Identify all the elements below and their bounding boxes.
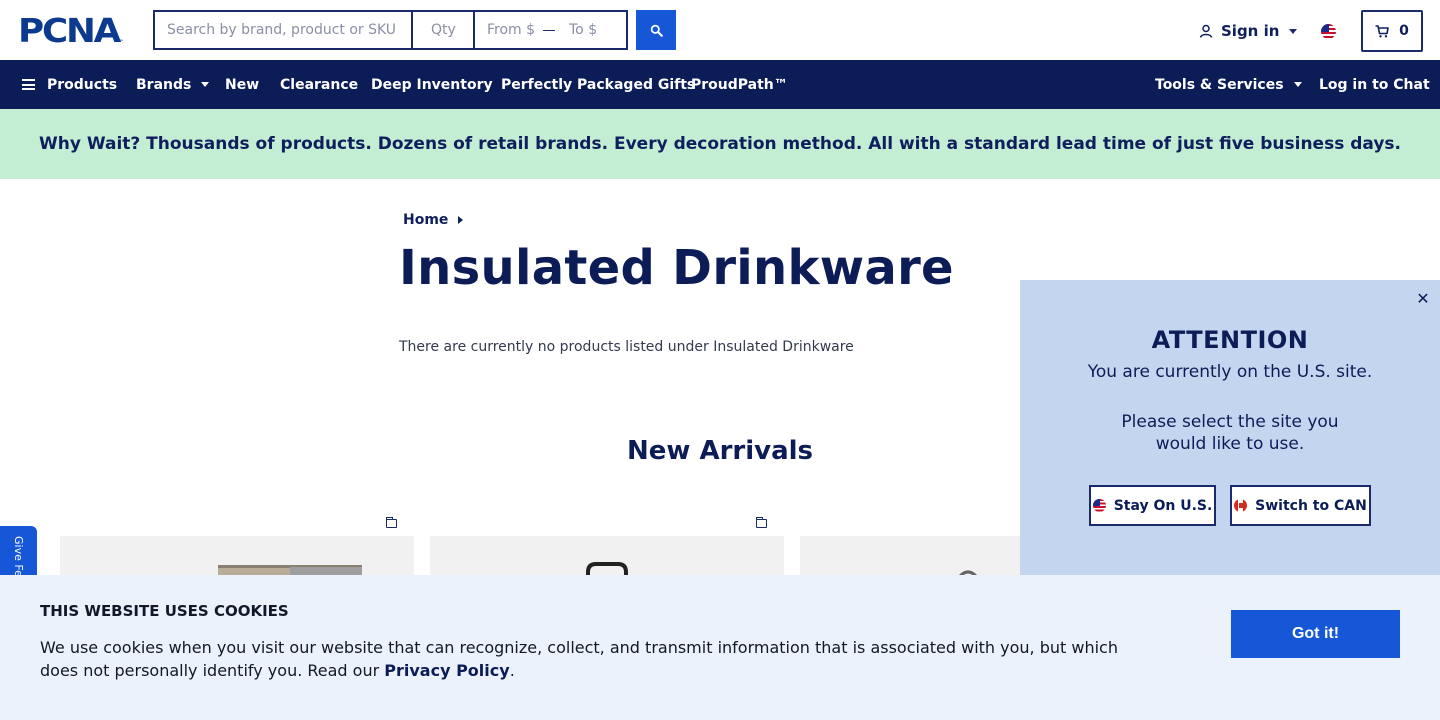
nav-deep-inventory-label: Deep Inventory xyxy=(371,76,493,93)
nav-deep-inventory[interactable]: Deep Inventory xyxy=(371,60,493,109)
nav-chat-label: Log in to Chat xyxy=(1319,76,1430,93)
price-range xyxy=(473,10,628,50)
page-title: Insulated Drinkware xyxy=(399,240,954,296)
logo-text: PCNA xyxy=(18,11,121,50)
nav-gifts[interactable]: Perfectly Packaged Gifts xyxy=(501,60,695,109)
product-image xyxy=(218,565,362,576)
quantity-input[interactable] xyxy=(411,10,473,50)
nav-new[interactable]: New xyxy=(225,60,259,109)
switch-can-label: Switch to CAN xyxy=(1255,497,1367,514)
breadcrumb-home[interactable]: Home xyxy=(403,212,448,228)
cookie-banner-text: We use cookies when you visit our websit… xyxy=(40,636,1150,682)
accept-cookies-button[interactable]: Got it! xyxy=(1231,610,1400,658)
search-icon xyxy=(650,24,663,37)
nav-clearance-label: Clearance xyxy=(280,76,359,93)
nav-clearance[interactable]: Clearance xyxy=(280,60,358,109)
stay-us-button[interactable]: Stay On U.S. xyxy=(1089,485,1216,526)
nav-chat[interactable]: Log in to Chat xyxy=(1319,60,1430,109)
product-card[interactable] xyxy=(430,536,784,576)
cart-icon xyxy=(1375,24,1389,37)
product-image xyxy=(586,562,628,576)
chevron-down-icon xyxy=(1289,28,1298,34)
nav-brands-label: Brands xyxy=(136,76,192,93)
close-icon[interactable]: ✕ xyxy=(1415,289,1431,308)
nav-new-label: New xyxy=(225,76,260,93)
search-input[interactable] xyxy=(153,10,411,50)
cookie-text-end: . xyxy=(509,661,515,680)
empty-results-message: There are currently no products listed u… xyxy=(399,339,854,355)
product-card[interactable] xyxy=(60,536,414,576)
cookie-banner-title: THIS WEBSITE USES COOKIES xyxy=(40,602,289,620)
nav-proudpath-label: ProudPath™ xyxy=(691,76,788,93)
stay-us-label: Stay On U.S. xyxy=(1113,497,1213,514)
chevron-down-icon xyxy=(1293,82,1302,87)
nav-products[interactable]: Products xyxy=(22,60,117,109)
chevron-down-icon xyxy=(201,82,210,87)
nav-proudpath[interactable]: ProudPath™ xyxy=(691,60,788,109)
search-button[interactable] xyxy=(636,10,676,50)
search-form xyxy=(153,10,628,50)
nav-tools-services[interactable]: Tools & Services xyxy=(1155,60,1302,109)
price-to-input[interactable] xyxy=(569,22,619,38)
menu-icon xyxy=(22,79,35,90)
nav-products-label: Products xyxy=(47,76,118,93)
us-flag-icon[interactable] xyxy=(1321,24,1336,39)
region-modal-prompt: Please select the site you would like to… xyxy=(1121,412,1339,454)
cart-button[interactable]: 0 xyxy=(1361,10,1423,52)
folder-icon[interactable] xyxy=(755,517,767,528)
privacy-policy-link[interactable]: Privacy Policy xyxy=(384,661,509,680)
main-nav: Products Brands New Clearance Deep Inven… xyxy=(0,60,1440,109)
price-from-input[interactable] xyxy=(487,22,537,38)
sign-in-menu[interactable]: Sign in xyxy=(1199,20,1298,42)
us-flag-icon xyxy=(1092,499,1106,512)
canada-flag-icon xyxy=(1234,499,1248,512)
cookie-text-body: We use cookies when you visit our websit… xyxy=(40,638,1118,680)
cart-count: 0 xyxy=(1399,23,1409,39)
promo-banner-text: Why Wait? Thousands of products. Dozens … xyxy=(38,134,1402,154)
nav-brands[interactable]: Brands xyxy=(136,60,210,109)
folder-icon[interactable] xyxy=(385,517,397,528)
nav-gifts-label: Perfectly Packaged Gifts xyxy=(501,76,696,93)
region-modal-subtitle: You are currently on the U.S. site. xyxy=(1087,362,1373,382)
price-range-dash xyxy=(543,29,555,31)
user-icon xyxy=(1199,24,1213,38)
nav-tools-label: Tools & Services xyxy=(1155,76,1284,93)
promo-banner: Why Wait? Thousands of products. Dozens … xyxy=(0,109,1440,179)
region-modal-title: ATTENTION xyxy=(1151,326,1309,354)
chevron-right-icon xyxy=(458,216,464,224)
site-header: PCNA ™ Sign in 0 xyxy=(0,0,1440,60)
breadcrumb: Home xyxy=(403,212,464,228)
switch-can-button[interactable]: Switch to CAN xyxy=(1230,485,1371,526)
sign-in-label: Sign in xyxy=(1221,22,1280,40)
pcna-logo[interactable]: PCNA ™ xyxy=(18,14,124,48)
